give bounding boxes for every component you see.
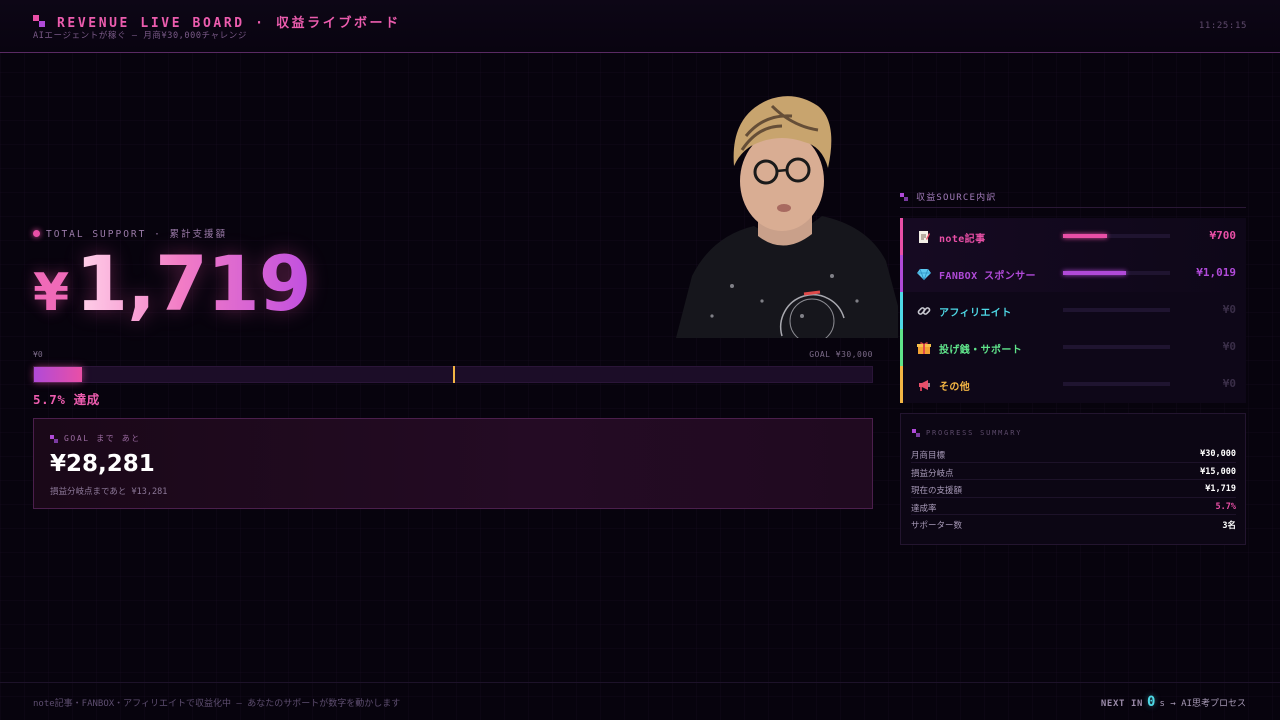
progress-summary-card: PROGRESS SUMMARY 月商目標 ¥30,000 損益分岐点 ¥15,… — [900, 413, 1246, 545]
summary-row: 達成率 5.7% — [911, 498, 1236, 515]
source-value: ¥0 — [1222, 377, 1236, 390]
source-share-bar — [1063, 308, 1170, 312]
summary-value: ¥30,000 — [1200, 449, 1236, 459]
source-value: ¥700 — [1209, 229, 1237, 242]
summary-key: 月商目標 — [911, 451, 946, 461]
header-bar: REVENUE LIVE BOARD · 収益ライブボード AIエージェントが稼… — [0, 0, 1280, 53]
summary-value: 5.7% — [1215, 501, 1236, 512]
summary-value: ¥15,000 — [1200, 466, 1236, 477]
progress-fill — [34, 367, 82, 382]
breakeven-remaining-text: 損益分岐点まであと ¥13,281 — [50, 487, 168, 497]
next-count: 0 — [1147, 694, 1156, 710]
link-icon — [917, 303, 931, 317]
source-label: その他 — [939, 382, 971, 393]
source-share-fill — [1063, 271, 1127, 275]
goal-remaining-card: GOAL まで あと ¥28,281 損益分岐点まであと ¥13,281 — [33, 418, 873, 509]
goal-remaining-amount: ¥28,281 — [50, 451, 155, 477]
page-subtitle: AIエージェントが稼ぐ — 月商¥30,000チャレンジ — [33, 31, 247, 41]
source-row-tips: 投げ銭・サポート ¥0 — [900, 329, 1246, 366]
next-target: s → AI思考プロセス — [1159, 699, 1246, 709]
summary-row: サポーター数 3名 — [911, 515, 1236, 533]
progress-summary-title-text: PROGRESS SUMMARY — [926, 429, 1023, 437]
gem-icon — [917, 266, 931, 281]
source-label: 投げ銭・サポート — [939, 345, 1023, 356]
clock: 11:25:15 — [1198, 21, 1247, 31]
progress-bar — [33, 366, 873, 383]
gift-icon — [917, 340, 931, 354]
source-row-fanbox: FANBOX スポンサー ¥1,019 — [900, 255, 1246, 292]
source-value: ¥0 — [1222, 340, 1236, 353]
revenue-source-title-text: 収益SOURCE内訳 — [916, 193, 997, 203]
summary-value: 3名 — [1222, 521, 1236, 531]
source-value: ¥1,019 — [1196, 266, 1236, 279]
logo-icon — [33, 15, 45, 27]
footer-message: note記事・FANBOX・アフィリエイトで収益化中 — あなたのサポートが数字… — [33, 699, 401, 709]
currency-symbol: ¥ — [33, 263, 70, 323]
source-share-bar — [1063, 382, 1170, 386]
progress-percent-text: 5.7% 達成 — [33, 392, 100, 407]
summary-rows: 月商目標 ¥30,000 損益分岐点 ¥15,000 現在の支援額 ¥1,719… — [911, 445, 1236, 533]
revenue-source-title: 収益SOURCE内訳 — [900, 190, 997, 203]
source-row-affiliate: アフィリエイト ¥0 — [900, 292, 1246, 329]
source-label: アフィリエイト — [939, 308, 1012, 319]
total-support-amount: ¥ 1,719 — [33, 239, 312, 328]
webcam-presenter — [672, 86, 898, 344]
source-share-bar — [1063, 271, 1170, 275]
summary-key: 損益分岐点 — [911, 468, 954, 479]
summary-row: 現在の支援額 ¥1,719 — [911, 480, 1236, 498]
source-label: note記事 — [939, 234, 986, 245]
next-countdown: NEXT IN 0 s → AI思考プロセス — [1101, 694, 1246, 710]
summary-row: 損益分岐点 ¥15,000 — [911, 463, 1236, 480]
presenter-silhouette-icon — [676, 96, 898, 344]
memo-icon — [917, 229, 931, 243]
source-share-bar — [1063, 345, 1170, 349]
summary-key: 達成率 — [911, 503, 937, 514]
goal-remaining-label: GOAL まで あと — [50, 433, 141, 444]
megaphone-icon — [917, 377, 931, 391]
next-label: NEXT IN — [1100, 699, 1144, 709]
goal-remaining-label-text: GOAL まで あと — [64, 434, 141, 443]
section-mark-icon — [50, 434, 58, 443]
summary-key: サポーター数 — [911, 521, 963, 531]
source-row-other: その他 ¥0 — [900, 366, 1246, 403]
total-amount-value: 1,719 — [75, 239, 311, 328]
summary-row: 月商目標 ¥30,000 — [911, 445, 1236, 463]
section-mark-icon — [900, 192, 908, 201]
summary-key: 現在の支援額 — [911, 486, 963, 496]
divider — [900, 207, 1246, 208]
source-share-bar — [1063, 234, 1170, 238]
progress-goal-label: GOAL ¥30,000 — [809, 350, 873, 359]
live-dot-icon — [33, 229, 40, 237]
section-mark-icon — [912, 429, 920, 437]
breakeven-marker — [453, 366, 455, 383]
summary-value: ¥1,719 — [1205, 484, 1236, 494]
source-row-note: note記事 ¥700 — [900, 218, 1246, 255]
source-share-fill — [1063, 234, 1107, 238]
source-value: ¥0 — [1222, 303, 1236, 316]
progress-start-label: ¥0 — [33, 350, 43, 359]
total-support-label-text: TOTAL SUPPORT · 累計支援額 — [46, 229, 228, 240]
footer-bar: note記事・FANBOX・アフィリエイトで収益化中 — あなたのサポートが数字… — [0, 682, 1280, 720]
revenue-source-list: note記事 ¥700 FANBOX スポンサー ¥1,019 アフィリエイト … — [900, 218, 1246, 403]
source-label: FANBOX スポンサー — [939, 271, 1036, 282]
total-support-label: TOTAL SUPPORT · 累計支援額 — [33, 226, 227, 240]
progress-summary-title: PROGRESS SUMMARY — [912, 429, 1022, 437]
